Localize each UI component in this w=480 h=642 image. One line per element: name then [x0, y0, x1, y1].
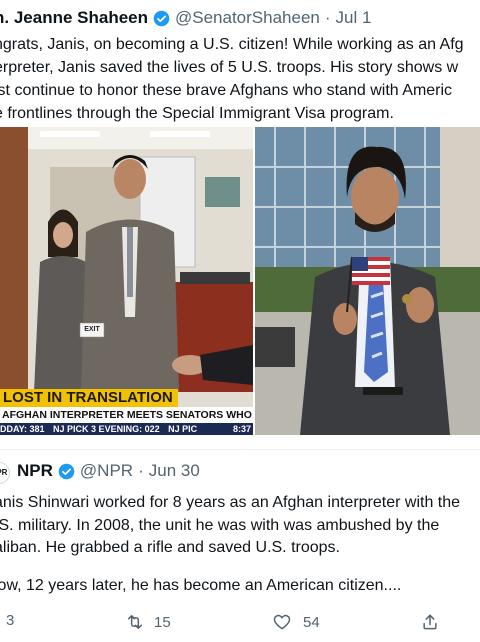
- quoted-header-separator: ·: [138, 461, 144, 480]
- quoted-text-line: .S. military. In 2008, the unit he was w…: [0, 516, 440, 534]
- quoted-author-name[interactable]: NPR: [17, 461, 53, 481]
- verified-badge-icon: [153, 10, 170, 26]
- heart-icon: [273, 614, 291, 630]
- quoted-author-handle[interactable]: @NPR: [80, 461, 133, 481]
- author-name[interactable]: n. Jeanne Shaheen: [0, 8, 148, 28]
- quoted-text-line: [0, 560, 460, 575]
- portrait-photo[interactable]: [255, 127, 480, 435]
- ticker-item: NJ PIC: [168, 424, 198, 434]
- news-photo[interactable]: EXIT LOST IN TRANSLATION AFGHAN INTERPRE…: [0, 127, 253, 435]
- tweet-text: ngrats, Janis, on becoming a U.S. citize…: [0, 33, 464, 125]
- like-count: 54: [303, 613, 320, 631]
- quoted-tweet-header: NPR @NPR · Jun 30: [17, 461, 200, 481]
- quoted-tweet-text[interactable]: anis Shinwari worked for 8 years as an A…: [0, 492, 460, 597]
- quoted-tweet-date[interactable]: Jun 30: [149, 461, 200, 481]
- quoted-text-line: anis Shinwari worked for 8 years as an A…: [0, 494, 461, 511]
- reply-count: 3: [6, 612, 15, 629]
- portrait-photo-scene: [255, 127, 480, 435]
- tweet-media[interactable]: EXIT LOST IN TRANSLATION AFGHAN INTERPRE…: [0, 127, 480, 435]
- retweet-count: 15: [154, 613, 171, 631]
- tweet-text-line: e frontlines through the Special Immigra…: [0, 105, 394, 122]
- ticker-item: NJ PICK 3 EVENING: 022: [53, 424, 160, 434]
- ticker-time: 8:37: [232, 424, 251, 434]
- author-handle[interactable]: @SenatorShaheen: [175, 8, 320, 28]
- quoted-text-line: low, 12 years later, he has become an Am…: [0, 576, 402, 594]
- tweet-text-line: ngrats, Janis, on becoming a U.S. citize…: [0, 36, 464, 53]
- npr-avatar[interactable]: NPR: [0, 462, 10, 484]
- lower-third-subtitle: AFGHAN INTERPRETER MEETS SENATORS WHO HE…: [0, 407, 253, 423]
- retweet-icon: [128, 615, 142, 629]
- tweet-header: n. Jeanne Shaheen @SenatorShaheen · Jul …: [0, 8, 371, 28]
- verified-badge-icon: [58, 463, 75, 479]
- tweet-date[interactable]: Jul 1: [336, 8, 372, 28]
- share-button[interactable]: [420, 612, 440, 632]
- share-icon: [423, 614, 437, 630]
- tweet-text-line: ist continue to honor these brave Afghan…: [0, 82, 453, 99]
- news-lower-third: LOST IN TRANSLATION AFGHAN INTERPRETER M…: [0, 389, 253, 435]
- ticker-item: DDAY: 381: [0, 424, 45, 434]
- header-separator: ·: [324, 8, 331, 27]
- lower-third-title: LOST IN TRANSLATION: [0, 389, 178, 407]
- quoted-text-line: aliban. He grabbed a rifle and saved U.S…: [0, 539, 340, 556]
- quote-divider: [0, 449, 480, 450]
- like-button[interactable]: 54: [272, 612, 320, 632]
- retweet-button[interactable]: 15: [125, 612, 171, 632]
- tweet-text-line: erpreter, Janis saved the lives of 5 U.S…: [0, 59, 459, 76]
- news-ticker: DDAY: 381 NJ PICK 3 EVENING: 022 NJ PIC …: [0, 423, 253, 435]
- exit-sign: EXIT: [84, 326, 100, 333]
- reply-action[interactable]: 3: [6, 612, 14, 629]
